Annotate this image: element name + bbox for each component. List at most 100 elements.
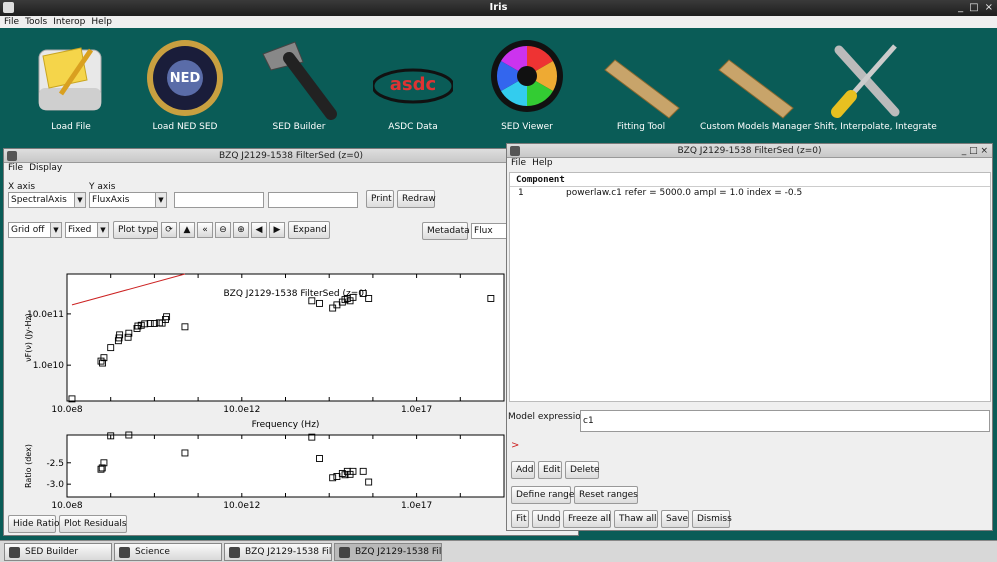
window-icon xyxy=(339,547,350,558)
task-science[interactable]: Science xyxy=(114,543,222,561)
component-text: powerlaw.c1 refer = 5000.0 ampl = 1.0 in… xyxy=(566,188,803,198)
tool-launcher: Load File NED Load NED SED SED Builder a… xyxy=(0,28,997,140)
freeze-all-button[interactable]: Freeze all xyxy=(563,510,611,528)
x-tick-label: 10.0e8 xyxy=(51,405,83,415)
y-tick-label: -2.5 xyxy=(46,459,64,469)
fit-window-controls[interactable]: _ □ × xyxy=(962,144,988,158)
dismiss-button[interactable]: Dismiss xyxy=(692,510,732,528)
delete-button[interactable]: Delete xyxy=(565,461,600,479)
print-button[interactable]: Print xyxy=(366,190,394,208)
tool-sed-builder[interactable]: SED Builder xyxy=(244,36,354,132)
table-row[interactable]: 1 powerlaw.c1 refer = 5000.0 ampl = 1.0 … xyxy=(510,187,990,200)
pan-left-icon[interactable]: ◀ xyxy=(251,222,267,238)
maximize-icon[interactable]: □ xyxy=(969,0,978,16)
viewer-menu-display[interactable]: Display xyxy=(29,163,62,174)
flux-field[interactable]: Flux xyxy=(471,223,511,239)
x-axis-label: X axis xyxy=(8,182,36,192)
chevron-down-icon: ▼ xyxy=(50,223,61,237)
zoom-in-icon[interactable]: ⊕ xyxy=(233,222,249,238)
plot-type-button[interactable]: Plot type xyxy=(113,221,158,239)
thaw-all-button[interactable]: Thaw all xyxy=(614,510,658,528)
fit-icon[interactable]: ▲ xyxy=(179,222,195,238)
chart-title: BZQ J2129-1538 FilterSed (z=0) xyxy=(224,289,368,299)
model-expression-field[interactable]: c1 xyxy=(580,410,990,432)
x-tick-label: 1.0e17 xyxy=(401,405,432,415)
task-fitting[interactable]: BZQ J2129-1538 Fil... xyxy=(334,543,442,561)
chevron-down-icon: ▼ xyxy=(74,193,85,207)
wrench-screwdriver-icon xyxy=(829,36,909,120)
x-axis-title: Frequency (Hz) xyxy=(252,420,320,430)
viewer-titlebar: BZQ J2129-1538 FilterSed (z=0) xyxy=(4,149,578,163)
undo-button[interactable]: Undo xyxy=(532,510,561,528)
ruler-icon xyxy=(715,36,795,120)
menu-tools[interactable]: Tools xyxy=(25,16,47,28)
edit-button[interactable]: Edit xyxy=(538,461,562,479)
task-viewer[interactable]: BZQ J2129-1538 Fil... xyxy=(224,543,332,561)
viewer-title: BZQ J2129-1538 FilterSed (z=0) xyxy=(219,151,363,161)
app-menubar: File Tools Interop Help xyxy=(0,16,997,28)
tool-label: Fitting Tool xyxy=(616,122,666,132)
tool-label: Load File xyxy=(51,122,91,132)
window-icon xyxy=(229,547,240,558)
y-unit-field[interactable] xyxy=(268,192,358,208)
window-icon xyxy=(9,547,20,558)
menu-help[interactable]: Help xyxy=(91,16,112,28)
tool-custom-models[interactable]: Custom Models Manager xyxy=(700,36,812,132)
color-wheel-icon xyxy=(487,36,567,120)
tool-load-file[interactable]: Load File xyxy=(16,36,126,132)
y-axis-label: Y axis xyxy=(89,182,116,192)
reset-ranges-button[interactable]: Reset ranges xyxy=(574,486,638,504)
fit-button[interactable]: Fit xyxy=(511,510,529,528)
define-range-button[interactable]: Define range xyxy=(511,486,574,504)
save-button[interactable]: Save xyxy=(661,510,689,528)
x-tick-label: 1.0e17 xyxy=(401,501,432,511)
load-file-icon xyxy=(31,36,111,120)
plot-residuals-button[interactable]: Plot Residuals xyxy=(59,515,127,533)
fit-menubar: File Help xyxy=(507,158,992,169)
hide-ratio-button[interactable]: Hide Ratio xyxy=(8,515,60,533)
viewer-menu-file[interactable]: File xyxy=(8,163,23,174)
component-table: Component 1 powerlaw.c1 refer = 5000.0 a… xyxy=(509,172,991,402)
fitting-window: BZQ J2129-1538 FilterSed (z=0) _ □ × Fil… xyxy=(506,143,993,531)
menu-file[interactable]: File xyxy=(4,16,19,28)
left-arrows-icon[interactable]: « xyxy=(197,222,213,238)
tool-load-ned[interactable]: NED Load NED SED xyxy=(130,36,240,132)
tool-label: Custom Models Manager xyxy=(700,122,812,132)
component-header: Component xyxy=(510,173,990,187)
tool-shift-interpolate[interactable]: Shift, Interpolate, Integrate xyxy=(814,36,937,132)
y-axis-select[interactable]: FluxAxis ▼ xyxy=(89,192,167,208)
metadata-button[interactable]: Metadata xyxy=(422,222,470,240)
close-icon[interactable]: × xyxy=(985,0,993,16)
viewer-menubar: File Display xyxy=(4,163,578,174)
menu-interop[interactable]: Interop xyxy=(53,16,85,28)
add-button[interactable]: Add xyxy=(511,461,535,479)
fit-menu-help[interactable]: Help xyxy=(532,158,553,169)
tool-asdc-data[interactable]: asdc ASDC Data xyxy=(358,36,468,132)
zoom-out-icon[interactable]: ⊖ xyxy=(215,222,231,238)
grid-select[interactable]: Grid off ▼ xyxy=(8,222,62,238)
sed-plot: 10.0e8 10.0e12 1.0e1710.0e111.0e10νF(ν) (J… xyxy=(24,273,505,511)
refresh-icon[interactable]: ⟳ xyxy=(161,222,177,238)
tool-sed-viewer[interactable]: SED Viewer xyxy=(472,36,582,132)
tool-label: Shift, Interpolate, Integrate xyxy=(814,122,937,132)
x-unit-field[interactable] xyxy=(174,192,264,208)
task-sed-builder[interactable]: SED Builder xyxy=(4,543,112,561)
tool-label: Load NED SED xyxy=(152,122,218,132)
window-icon xyxy=(7,151,17,161)
asdc-icon: asdc xyxy=(371,36,455,120)
pan-right-icon[interactable]: ▶ xyxy=(269,222,285,238)
expand-button[interactable]: Expand xyxy=(288,221,330,239)
x-tick-label: 10.0e8 xyxy=(51,501,83,511)
app-titlebar: Iris _ □ × xyxy=(0,0,997,16)
x-axis-select[interactable]: SpectralAxis ▼ xyxy=(8,192,86,208)
y-axis-title: νF(ν) (Jy-Hz) xyxy=(24,313,33,362)
minimize-icon[interactable]: _ xyxy=(958,0,963,16)
redraw-button[interactable]: Redraw xyxy=(397,190,436,208)
prompt-indicator: > xyxy=(511,440,520,451)
fit-menu-file[interactable]: File xyxy=(511,158,526,169)
tool-label: ASDC Data xyxy=(388,122,438,132)
svg-text:asdc: asdc xyxy=(390,74,436,95)
scale-select[interactable]: Fixed ▼ xyxy=(65,222,109,238)
tool-fitting[interactable]: Fitting Tool xyxy=(586,36,696,132)
tool-label: SED Builder xyxy=(272,122,326,132)
